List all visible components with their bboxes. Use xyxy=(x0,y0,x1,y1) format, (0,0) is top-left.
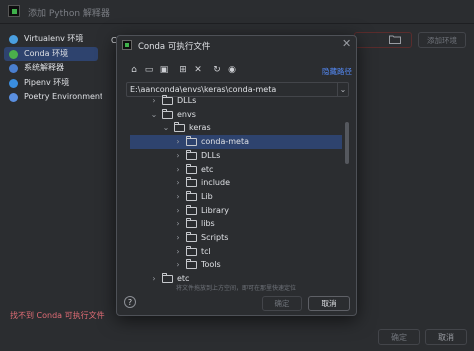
folder-icon xyxy=(186,218,197,229)
project-icon[interactable]: ▣ xyxy=(158,64,170,76)
tree-row-label: keras xyxy=(189,123,211,133)
dialog-ok-button[interactable]: 确定 xyxy=(262,296,302,311)
folder-icon xyxy=(174,122,185,133)
pipenv-icon xyxy=(9,78,18,88)
folder-icon xyxy=(186,149,197,160)
tree-row-label: Lib xyxy=(201,191,213,201)
close-icon[interactable]: ✕ xyxy=(342,38,351,50)
poetry-icon xyxy=(9,93,18,102)
tree-row-label: Tools xyxy=(201,260,221,270)
python-icon xyxy=(9,64,18,73)
tree-row-label: include xyxy=(201,178,230,188)
chevron-right-icon[interactable]: › xyxy=(174,217,182,231)
tree-row[interactable]: › Tools xyxy=(130,258,342,272)
virtualenv-icon xyxy=(9,35,18,44)
chevron-right-icon[interactable]: › xyxy=(174,204,182,218)
folder-icon xyxy=(162,273,173,284)
folder-icon xyxy=(186,232,197,242)
tree-row-label: etc xyxy=(201,164,214,174)
tree-row-label: DLLs xyxy=(201,150,221,160)
desktop-icon[interactable]: ▭ xyxy=(143,64,155,76)
chevron-right-icon[interactable]: › xyxy=(174,231,182,245)
tree-row[interactable]: › Scripts xyxy=(130,231,342,245)
dialog-cancel-button[interactable]: 取消 xyxy=(308,296,350,311)
conda-icon xyxy=(9,49,18,59)
tree-row[interactable]: › tcl xyxy=(130,245,342,259)
chevron-right-icon[interactable]: › xyxy=(174,190,182,204)
delete-icon[interactable]: ✕ xyxy=(192,64,204,76)
sidebar-item-label: Pipenv 环境 xyxy=(24,77,70,87)
conda-executable-field[interactable] xyxy=(354,32,412,48)
error-message: 找不到 Conda 可执行文件 xyxy=(10,311,105,320)
folder-icon xyxy=(162,108,173,119)
tree-scrollbar[interactable] xyxy=(345,122,349,164)
sidebar-item-label: Conda 环境 xyxy=(24,48,69,58)
chevron-right-icon[interactable]: › xyxy=(150,94,158,108)
pycharm-app-icon xyxy=(8,5,20,17)
tree-row-label: Scripts xyxy=(201,233,229,242)
chevron-down-icon[interactable]: ⌄ xyxy=(150,108,158,122)
add-environment-button[interactable]: 添加环境 xyxy=(418,32,466,48)
sidebar-item[interactable]: Poetry Environment xyxy=(4,90,103,104)
tree-row-label: Library xyxy=(201,205,229,215)
sidebar-item[interactable]: Virtualenv 环境 xyxy=(4,32,98,46)
folder-icon xyxy=(186,259,197,270)
folder-icon xyxy=(186,190,197,201)
folder-icon xyxy=(186,204,197,215)
dialog-app-icon xyxy=(122,40,132,50)
ok-button[interactable]: 确定 xyxy=(378,329,420,345)
tree-row[interactable]: ⌄ keras xyxy=(130,121,342,135)
tree-row[interactable]: › etc xyxy=(130,163,342,177)
tree-row[interactable]: › Library xyxy=(130,204,342,218)
browse-folder-icon[interactable] xyxy=(389,34,401,44)
chevron-right-icon[interactable]: › xyxy=(174,135,182,149)
drag-drop-hint: 将文件拖放到上方空间，即可在那里快速定位 xyxy=(176,285,297,292)
chevron-right-icon[interactable]: › xyxy=(174,245,182,259)
folder-icon xyxy=(186,177,197,188)
tree-row-label: envs xyxy=(177,109,196,119)
sidebar-item[interactable]: Pipenv 环境 xyxy=(4,76,98,90)
refresh-icon[interactable]: ↻ xyxy=(211,64,223,76)
folder-icon xyxy=(186,136,197,147)
cancel-button[interactable]: 取消 xyxy=(425,329,467,345)
chevron-right-icon[interactable]: › xyxy=(174,163,182,177)
tree-row-label: tcl xyxy=(201,246,211,256)
folder-icon xyxy=(186,163,197,174)
home-icon[interactable]: ⌂ xyxy=(128,64,140,76)
show-hidden-icon[interactable]: ◉ xyxy=(226,64,238,76)
sidebar-item-label: 系统解释器 xyxy=(24,63,64,72)
tree-row[interactable]: ⌄ envs xyxy=(130,108,342,122)
tree-row[interactable]: › include xyxy=(130,176,342,190)
chevron-right-icon[interactable]: › xyxy=(174,176,182,190)
window-title: 添加 Python 解释器 xyxy=(28,9,110,19)
tree-row[interactable]: › Lib xyxy=(130,190,342,204)
tree-row[interactable]: › DLLs xyxy=(130,149,342,163)
new-folder-icon[interactable]: ⊞ xyxy=(177,64,189,76)
chevron-right-icon[interactable]: › xyxy=(174,258,182,272)
tree-row[interactable]: › libs xyxy=(130,217,342,231)
tree-row[interactable]: › DLLs xyxy=(130,94,342,108)
folder-icon xyxy=(162,95,173,105)
sidebar-item[interactable]: Conda 环境 xyxy=(4,46,98,61)
tree-row[interactable]: › conda-meta xyxy=(130,135,342,150)
hide-path-link[interactable]: 隐藏路径 xyxy=(322,66,352,77)
folder-icon xyxy=(186,245,197,256)
sidebar-item[interactable]: 系统解释器 xyxy=(4,61,98,75)
sidebar-item-label: Virtualenv 环境 xyxy=(24,34,84,43)
help-button[interactable]: ? xyxy=(124,296,136,308)
tree-row-label: libs xyxy=(201,219,215,229)
dialog-title: Conda 可执行文件 xyxy=(138,42,211,52)
chevron-right-icon[interactable]: › xyxy=(174,149,182,163)
tree-row-label: conda-meta xyxy=(201,137,249,147)
sidebar-item-label: Poetry Environment xyxy=(24,92,104,101)
chevron-right-icon[interactable]: › xyxy=(150,272,158,286)
tree-row-label: DLLs xyxy=(177,96,197,105)
chevron-down-icon[interactable]: ⌄ xyxy=(162,121,170,135)
